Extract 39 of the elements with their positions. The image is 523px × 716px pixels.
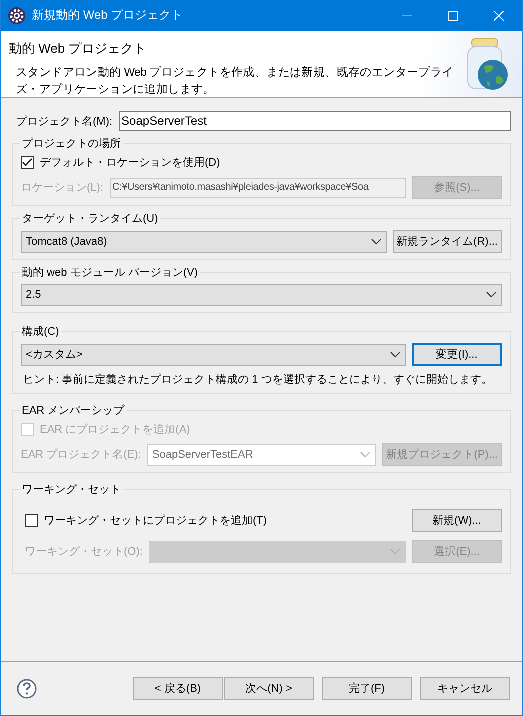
field-label: EAR プロジェクト名(E): bbox=[21, 448, 142, 462]
gear-icon bbox=[8, 6, 26, 24]
checkbox[interactable] bbox=[21, 156, 34, 169]
hint-text: ヒント: 事前に定義されたプロジェクト構成の 1 つを選択することにより、すぐに開始します。 bbox=[22, 372, 494, 387]
window-title: 新規動的 Web プロジェクト bbox=[32, 7, 184, 24]
configuration-dropdown[interactable]: <カスタム> bbox=[21, 344, 406, 366]
group-title: 構成(C) bbox=[21, 325, 60, 339]
checkbox[interactable] bbox=[25, 514, 38, 527]
group-title: ターゲット・ランタイム(U) bbox=[21, 212, 160, 226]
checkbox-label: デフォルト・ロケーションを使用(D) bbox=[40, 156, 220, 170]
dialog-button[interactable]: < 戻る(B) bbox=[133, 677, 223, 700]
version-dropdown[interactable]: 2.5 bbox=[21, 284, 502, 306]
dialog-button[interactable]: 完了(F) bbox=[322, 677, 412, 700]
close-icon[interactable] bbox=[494, 10, 504, 20]
group-title: 動的 web モジュール バージョン(V) bbox=[21, 266, 200, 280]
group-title: ワーキング・セット bbox=[21, 483, 122, 497]
runtime-dropdown[interactable]: Tomcat8 (Java8) bbox=[21, 230, 387, 252]
chevron-down-icon bbox=[370, 238, 382, 244]
chevron-down-icon bbox=[360, 452, 372, 458]
field-label: ロケーション(L): bbox=[21, 181, 104, 195]
new-working-set-button[interactable]: 新規(W)... bbox=[412, 509, 502, 532]
dialog-button[interactable]: 次へ(N) > bbox=[224, 677, 314, 700]
field-label: ワーキング・セット(O): bbox=[24, 545, 143, 559]
group-title: プロジェクトの場所 bbox=[21, 136, 122, 151]
checkbox-label: EAR にプロジェクトを追加(A) bbox=[40, 422, 190, 437]
checkbox-label: ワーキング・セットにプロジェクトを追加(T) bbox=[44, 514, 268, 528]
new-runtime-button[interactable]: 新規ランタイム(R)... bbox=[392, 230, 502, 253]
field-label: プロジェクト名(M): bbox=[15, 114, 113, 128]
group-title: EAR メンバーシップ bbox=[21, 404, 126, 418]
chevron-down-icon bbox=[486, 292, 497, 298]
wizard-description: スタンドアロン動的 Web プロジェクトを作成、または新規、既存のエンタープライズ・アプリケーションに追加します。 bbox=[15, 65, 455, 98]
dialog-button[interactable]: キャンセル bbox=[420, 677, 510, 700]
maximize-icon[interactable] bbox=[448, 10, 458, 20]
chevron-down-icon bbox=[390, 548, 401, 554]
wizard-title: 動的 Web プロジェクト bbox=[9, 40, 148, 58]
help-icon[interactable] bbox=[17, 678, 37, 698]
chevron-down-icon bbox=[390, 352, 401, 358]
modify-button[interactable]: 変更(I)... bbox=[412, 343, 502, 366]
project-name-field[interactable]: SoapServerTest bbox=[118, 111, 511, 131]
